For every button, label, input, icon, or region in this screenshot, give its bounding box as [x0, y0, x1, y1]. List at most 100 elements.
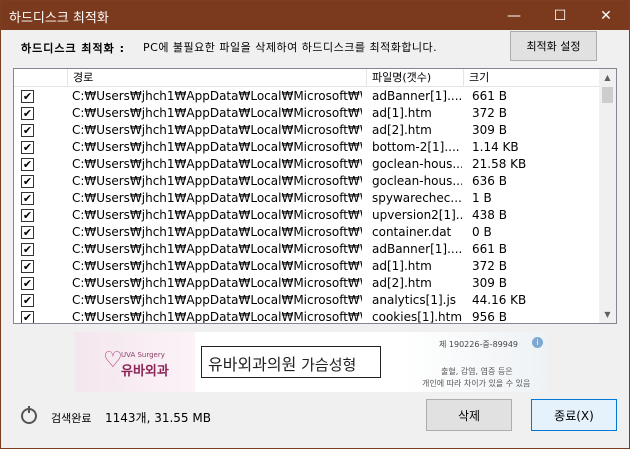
table-row[interactable]: ✔ C:₩Users₩jhch1₩AppData₩Local₩Microsoft₩…: [14, 190, 600, 207]
exit-button[interactable]: 종료(X): [531, 399, 617, 431]
row-size: 438 B: [472, 208, 507, 222]
row-filename: spywarechec...: [372, 191, 462, 205]
row-size: 636 B: [472, 174, 507, 188]
vertical-scrollbar[interactable]: ▲ ▼: [599, 69, 616, 323]
banner-slogan: 유바외과의원 가슴성형: [208, 351, 356, 375]
row-checkbox[interactable]: ✔: [21, 209, 34, 222]
optimize-settings-button[interactable]: 최적화 설정: [510, 31, 597, 61]
optimizer-window: 하드디스크 최적화 — ☐ ✕ 하드디스크 최적화 : PC에 불필요한 파일을…: [0, 0, 630, 449]
row-size: 309 B: [472, 276, 507, 290]
row-path: C:₩Users₩jhch1₩AppData₩Local₩Microsoft₩W…: [72, 89, 362, 103]
slogan-rest: 가슴성형: [296, 356, 357, 374]
row-path: C:₩Users₩jhch1₩AppData₩Local₩Microsoft₩W…: [72, 191, 362, 205]
row-filename: adBanner[1]....: [372, 242, 462, 256]
row-path: C:₩Users₩jhch1₩AppData₩Local₩Microsoft₩W…: [72, 225, 362, 239]
close-button[interactable]: ✕: [583, 1, 629, 30]
table-row[interactable]: ✔ C:₩Users₩jhch1₩AppData₩Local₩Microsoft₩…: [14, 122, 600, 139]
row-size: 956 B: [472, 310, 507, 324]
table-row[interactable]: ✔ C:₩Users₩jhch1₩AppData₩Local₩Microsoft₩…: [14, 139, 600, 156]
row-checkbox[interactable]: ✔: [21, 277, 34, 290]
ad-disclaimer-line2: 개인에 따라 차이가 있을 수 있음: [422, 379, 531, 388]
row-path: C:₩Users₩jhch1₩AppData₩Local₩Microsoft₩W…: [72, 123, 362, 137]
file-list[interactable]: 경로 파일명(갯수) 크기 ✔ C:₩Users₩jhch1₩AppData₩Lo…: [13, 68, 617, 324]
title-bar[interactable]: 하드디스크 최적화 — ☐ ✕: [1, 1, 629, 30]
row-checkbox[interactable]: ✔: [21, 158, 34, 171]
row-checkbox[interactable]: ✔: [21, 141, 34, 154]
row-checkbox[interactable]: ✔: [21, 90, 34, 103]
ad-disclaimer-line1: 출혈, 감염, 염증 등은: [441, 367, 513, 376]
table-row[interactable]: ✔ C:₩Users₩jhch1₩AppData₩Local₩Microsoft₩…: [14, 156, 600, 173]
minimize-button[interactable]: —: [491, 1, 537, 30]
status-label: 검색완료: [51, 412, 92, 425]
row-filename: goclean-hous...: [372, 157, 462, 171]
status-value: 1143개, 31.55 MB: [105, 411, 211, 425]
maximize-button[interactable]: ☐: [537, 1, 583, 30]
row-size: 661 B: [472, 242, 507, 256]
row-filename: analytics[1].js: [372, 293, 457, 307]
row-path: C:₩Users₩jhch1₩AppData₩Local₩Microsoft₩W…: [72, 106, 362, 120]
row-filename: bottom-2[1]....: [372, 140, 460, 154]
banner-slogan-box: 유바외과의원 가슴성형: [201, 346, 381, 378]
column-header-filename[interactable]: 파일명(갯수): [367, 69, 464, 87]
scroll-up-icon[interactable]: ▲: [599, 69, 616, 86]
row-size: 21.58 KB: [472, 157, 527, 171]
row-size: 44.16 KB: [472, 293, 527, 307]
clinic-subtitle: UVA Surgery: [121, 351, 165, 359]
row-filename: adBanner[1]....: [372, 89, 462, 103]
row-filename: ad[2].htm: [372, 276, 432, 290]
row-filename: goclean-hous...: [372, 174, 462, 188]
table-row[interactable]: ✔ C:₩Users₩jhch1₩AppData₩Local₩Microsoft₩…: [14, 275, 600, 292]
row-checkbox[interactable]: ✔: [21, 260, 34, 273]
row-path: C:₩Users₩jhch1₩AppData₩Local₩Microsoft₩W…: [72, 293, 362, 307]
column-header-path[interactable]: 경로: [68, 69, 367, 87]
row-checkbox[interactable]: ✔: [21, 294, 34, 307]
row-checkbox[interactable]: ✔: [21, 311, 34, 323]
table-row[interactable]: ✔ C:₩Users₩jhch1₩AppData₩Local₩Microsoft₩…: [14, 88, 600, 105]
row-path: C:₩Users₩jhch1₩AppData₩Local₩Microsoft₩W…: [72, 310, 362, 324]
scroll-thumb[interactable]: [602, 87, 613, 103]
row-checkbox[interactable]: ✔: [21, 192, 34, 205]
ad-banner[interactable]: ♡ UVA Surgery 유바외과 유바외과의원 가슴성형 제 190226-…: [75, 332, 547, 392]
row-checkbox[interactable]: ✔: [21, 124, 34, 137]
row-size: 309 B: [472, 123, 507, 137]
row-checkbox[interactable]: ✔: [21, 107, 34, 120]
row-size: 0 B: [472, 225, 492, 239]
row-path: C:₩Users₩jhch1₩AppData₩Local₩Microsoft₩W…: [72, 157, 362, 171]
table-row[interactable]: ✔ C:₩Users₩jhch1₩AppData₩Local₩Microsoft₩…: [14, 258, 600, 275]
table-row[interactable]: ✔ C:₩Users₩jhch1₩AppData₩Local₩Microsoft₩…: [14, 207, 600, 224]
row-checkbox[interactable]: ✔: [21, 175, 34, 188]
table-row[interactable]: ✔ C:₩Users₩jhch1₩AppData₩Local₩Microsoft₩…: [14, 173, 600, 190]
row-checkbox[interactable]: ✔: [21, 243, 34, 256]
row-path: C:₩Users₩jhch1₩AppData₩Local₩Microsoft₩W…: [72, 208, 362, 222]
section-description: PC에 불필요한 파일을 삭제하여 하드디스크를 최적화합니다.: [143, 41, 438, 54]
slogan-brand: 유바외과의원: [208, 355, 297, 374]
row-size: 661 B: [472, 89, 507, 103]
row-size: 372 B: [472, 106, 507, 120]
delete-button[interactable]: 삭제: [426, 399, 512, 431]
row-size: 1.14 KB: [472, 140, 519, 154]
scroll-down-icon[interactable]: ▼: [599, 306, 616, 323]
table-row[interactable]: ✔ C:₩Users₩jhch1₩AppData₩Local₩Microsoft₩…: [14, 309, 600, 324]
column-header-size[interactable]: 크기: [464, 69, 600, 87]
table-row[interactable]: ✔ C:₩Users₩jhch1₩AppData₩Local₩Microsoft₩…: [14, 292, 600, 309]
row-path: C:₩Users₩jhch1₩AppData₩Local₩Microsoft₩W…: [72, 140, 362, 154]
row-path: C:₩Users₩jhch1₩AppData₩Local₩Microsoft₩W…: [72, 242, 362, 256]
info-icon[interactable]: i: [532, 337, 543, 348]
row-filename: ad[1].htm: [372, 259, 432, 273]
row-size: 372 B: [472, 259, 507, 273]
table-row[interactable]: ✔ C:₩Users₩jhch1₩AppData₩Local₩Microsoft₩…: [14, 224, 600, 241]
window-title: 하드디스크 최적화: [9, 11, 109, 26]
column-header: 경로 파일명(갯수) 크기: [14, 69, 600, 87]
row-checkbox[interactable]: ✔: [21, 226, 34, 239]
clinic-name: 유바외과: [121, 364, 169, 379]
row-path: C:₩Users₩jhch1₩AppData₩Local₩Microsoft₩W…: [72, 259, 362, 273]
section-label: 하드디스크 최적화 :: [21, 42, 126, 55]
table-row[interactable]: ✔ C:₩Users₩jhch1₩AppData₩Local₩Microsoft₩…: [14, 105, 600, 122]
row-filename: container.dat: [372, 225, 452, 239]
column-header-check[interactable]: [14, 69, 68, 87]
table-row[interactable]: ✔ C:₩Users₩jhch1₩AppData₩Local₩Microsoft₩…: [14, 241, 600, 258]
row-path: C:₩Users₩jhch1₩AppData₩Local₩Microsoft₩W…: [72, 276, 362, 290]
row-filename: ad[2].htm: [372, 123, 432, 137]
file-rows: ✔ C:₩Users₩jhch1₩AppData₩Local₩Microsoft₩…: [14, 88, 600, 324]
row-filename: upversion2[1]...: [372, 208, 462, 222]
